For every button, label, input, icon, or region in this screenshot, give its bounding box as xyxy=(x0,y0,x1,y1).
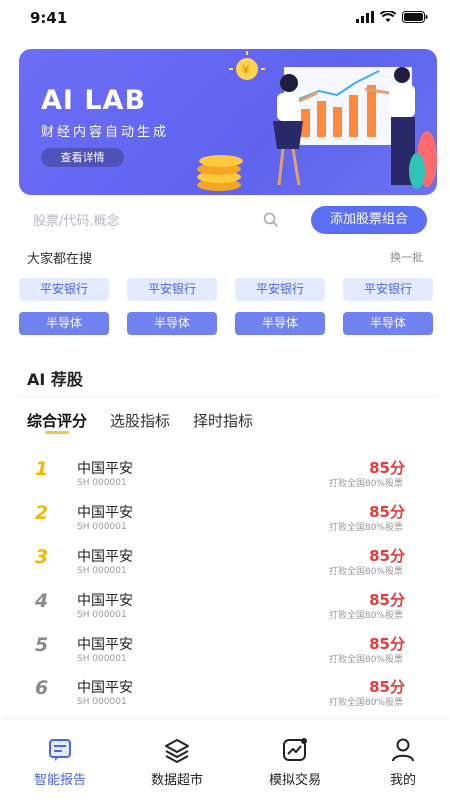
view-details-button[interactable]: 查看详情 xyxy=(41,148,124,167)
stock-row[interactable]: 1 中国平安 SH 000001 85分 打败全国80%股票 xyxy=(0,458,450,502)
battery-icon xyxy=(402,11,428,23)
stock-score: 85分 xyxy=(369,678,405,696)
hot-chip[interactable]: 半导体 xyxy=(235,312,325,335)
stock-row[interactable]: 6 中国平安 SH 000001 85分 打败全国80%股票 xyxy=(0,677,450,721)
beat-text: 打败全国80%股票 xyxy=(328,479,403,489)
stock-name: 中国平安 xyxy=(77,637,133,653)
hot-search-title: 大家都在搜 xyxy=(27,252,93,267)
banner-illustration-icon: ¥ xyxy=(197,51,437,191)
stock-row[interactable]: 5 中国平安 SH 000001 85分 打败全国80%股票 xyxy=(0,634,450,678)
divider xyxy=(19,396,437,397)
stock-score: 85分 xyxy=(369,503,405,521)
hot-chip[interactable]: 平安银行 xyxy=(127,278,217,301)
stock-score: 85分 xyxy=(369,547,405,565)
status-bar: 9:41 xyxy=(0,0,450,36)
search-input[interactable] xyxy=(33,210,273,232)
report-icon xyxy=(49,739,71,761)
add-portfolio-button[interactable]: 添加股票组合 xyxy=(311,206,427,234)
promo-banner[interactable]: AI LAB 财经内容自动生成 查看详情 ¥ xyxy=(19,49,437,195)
user-icon xyxy=(392,738,414,762)
search-icon[interactable] xyxy=(263,212,279,228)
stock-code: SH 000001 xyxy=(77,697,127,707)
refresh-button[interactable]: 换一批 xyxy=(390,249,423,265)
stock-row[interactable]: 2 中国平安 SH 000001 85分 打败全国80%股票 xyxy=(0,502,450,546)
tab-underline xyxy=(45,431,69,434)
stock-code: SH 000001 xyxy=(77,566,127,576)
stock-name: 中国平安 xyxy=(77,680,133,696)
banner-title: AI LAB xyxy=(41,85,147,116)
rank-badge: 1 xyxy=(35,458,49,480)
status-icons xyxy=(356,11,428,23)
wifi-icon xyxy=(380,11,396,22)
hot-chip[interactable]: 平安银行 xyxy=(343,278,433,301)
signal-icon xyxy=(356,11,374,23)
rank-badge: 5 xyxy=(35,634,49,656)
stock-name: 中国平安 xyxy=(77,461,133,477)
hot-chip[interactable]: 半导体 xyxy=(19,312,109,335)
svg-text:¥: ¥ xyxy=(242,63,250,77)
rank-badge: 2 xyxy=(35,502,49,524)
stock-name: 中国平安 xyxy=(77,505,133,521)
layers-icon xyxy=(165,739,189,763)
bottom-nav: 智能报告 数据超市 模拟交易 我的 xyxy=(0,720,450,800)
nav-data-market[interactable]: 数据超市 xyxy=(132,720,222,800)
nav-mine[interactable]: 我的 xyxy=(358,720,448,800)
banner-subtitle: 财经内容自动生成 xyxy=(41,125,170,140)
nav-label: 数据超市 xyxy=(150,773,203,788)
tab-selection-indicator[interactable]: 选股指标 xyxy=(110,410,170,431)
nav-simulated-trading[interactable]: 模拟交易 xyxy=(250,720,340,800)
nav-label: 智能报告 xyxy=(33,773,86,788)
nav-smart-report[interactable]: 智能报告 xyxy=(15,720,105,800)
stock-score: 85分 xyxy=(369,591,405,609)
stock-code: SH 000001 xyxy=(77,654,127,664)
stock-row[interactable]: 3 中国平安 SH 000001 85分 打败全国80%股票 xyxy=(0,546,450,590)
search-row: 添加股票组合 xyxy=(19,206,437,234)
chart-icon xyxy=(283,738,307,761)
stock-row[interactable]: 4 中国平安 SH 000001 85分 打败全国80%股票 xyxy=(0,590,450,634)
beat-text: 打败全国80%股票 xyxy=(328,567,403,577)
hot-chip[interactable]: 半导体 xyxy=(343,312,433,335)
beat-text: 打败全国80%股票 xyxy=(328,698,403,708)
nav-label: 模拟交易 xyxy=(268,773,321,788)
hot-chip[interactable]: 平安银行 xyxy=(235,278,325,301)
rank-badge: 6 xyxy=(35,677,49,699)
stock-name: 中国平安 xyxy=(77,549,133,565)
stock-name: 中国平安 xyxy=(77,593,133,609)
nav-label: 我的 xyxy=(389,773,416,788)
stock-code: SH 000001 xyxy=(77,478,127,488)
rank-badge: 3 xyxy=(35,546,49,568)
hot-chip[interactable]: 半导体 xyxy=(127,312,217,335)
beat-text: 打败全国80%股票 xyxy=(328,523,403,533)
stock-code: SH 000001 xyxy=(77,522,127,532)
section-title: AI 荐股 xyxy=(27,370,83,389)
tab-overall-score[interactable]: 综合评分 xyxy=(27,410,87,431)
status-time: 9:41 xyxy=(30,9,68,27)
stock-code: SH 000001 xyxy=(77,610,127,620)
beat-text: 打败全国80%股票 xyxy=(328,655,403,665)
stock-score: 85分 xyxy=(369,459,405,477)
beat-text: 打败全国80%股票 xyxy=(328,611,403,621)
tab-timing-indicator[interactable]: 择时指标 xyxy=(193,410,253,431)
rank-badge: 4 xyxy=(35,590,49,612)
stock-score: 85分 xyxy=(369,635,405,653)
hot-chip[interactable]: 平安银行 xyxy=(19,278,109,301)
